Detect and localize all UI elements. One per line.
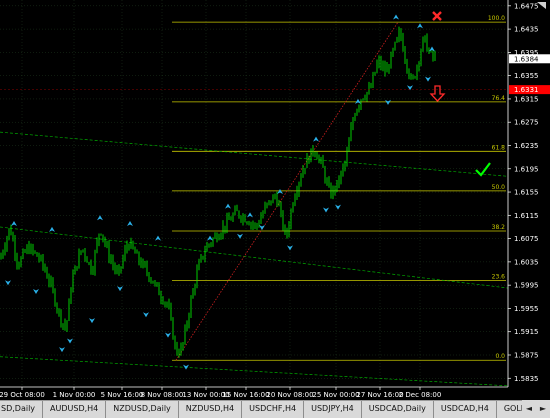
fib-level-label: 23.6 bbox=[492, 274, 506, 281]
x-tick-label: 29 Oct 08:00 bbox=[0, 391, 45, 399]
tab-prev-icon[interactable]: ◄ bbox=[526, 404, 532, 413]
x-tick-label: 5 Nov 16:00 bbox=[101, 391, 144, 399]
y-tick-label: 1.6035 bbox=[514, 258, 539, 266]
x-tick-label: 8 Nov 08:00 bbox=[141, 391, 184, 399]
y-tick-label: 1.6115 bbox=[514, 212, 539, 220]
fib-level-label: 0.0 bbox=[495, 353, 505, 360]
y-tick-label: 1.6235 bbox=[514, 142, 539, 150]
fib-level-label: 61.8 bbox=[492, 144, 506, 151]
symbol-tab[interactable]: AUDUSD,H4 bbox=[43, 401, 107, 418]
x-tick-label: 1 Nov 00:00 bbox=[53, 391, 96, 399]
chart-background bbox=[0, 0, 550, 417]
price-marker-label: 1.6331 bbox=[514, 86, 539, 94]
y-tick-label: 1.5835 bbox=[514, 375, 539, 383]
y-tick-label: 1.6315 bbox=[514, 95, 539, 103]
symbol-tab[interactable]: USDJPY,H4 bbox=[304, 401, 362, 418]
y-tick-label: 1.6195 bbox=[514, 165, 539, 173]
tab-navigation: ◄ ► bbox=[522, 400, 550, 417]
symbol-tab[interactable]: SD,Daily bbox=[0, 401, 44, 418]
x-tick-label: 25 Nov 00:00 bbox=[312, 391, 359, 399]
symbol-tab[interactable]: NZDUSD,H4 bbox=[179, 401, 243, 418]
symbol-tab[interactable]: NZDUSD,Daily bbox=[106, 401, 179, 418]
tab-next-icon[interactable]: ► bbox=[540, 404, 546, 413]
y-tick-label: 1.5915 bbox=[514, 328, 539, 336]
y-tick-label: 1.6075 bbox=[514, 235, 539, 243]
price-chart[interactable]: 100.0 76.4 61.8 50.0 38.2 23.6 0.0 1.6475 1.643… bbox=[0, 0, 550, 417]
current-price-label: 1.6384 bbox=[514, 55, 539, 63]
x-tick-label: 27 Nov 16:00 bbox=[356, 391, 403, 399]
y-tick-label: 1.5955 bbox=[514, 305, 539, 313]
y-tick-label: 1.5875 bbox=[514, 351, 539, 359]
symbol-tab-bar: SD,Daily AUDUSD,H4 NZDUSD,Daily NZDUSD,H4 US… bbox=[0, 400, 550, 418]
symbol-tab[interactable]: USDCHF,H4 bbox=[242, 401, 305, 418]
y-tick-label: 1.6275 bbox=[514, 119, 539, 127]
y-tick-label: 1.6435 bbox=[514, 26, 539, 34]
y-tick-label: 1.6475 bbox=[514, 2, 539, 10]
fib-level-label: 50.0 bbox=[492, 184, 506, 191]
y-tick-label: 1.5995 bbox=[514, 282, 539, 290]
fib-level-label: 100.0 bbox=[488, 15, 505, 22]
y-tick-label: 1.6155 bbox=[514, 189, 539, 197]
fib-level-label: 38.2 bbox=[492, 224, 506, 231]
x-tick-label: 15 Nov 16:00 bbox=[222, 391, 269, 399]
x-tick-label: 20 Nov 08:00 bbox=[266, 391, 313, 399]
symbol-tab[interactable]: USDCAD,Daily bbox=[362, 401, 434, 418]
fib-level-label: 76.4 bbox=[492, 95, 506, 102]
x-tick-label: 2 Dec 08:00 bbox=[399, 391, 442, 399]
symbol-tab[interactable]: USDCAD,H4 bbox=[434, 401, 497, 418]
y-tick-label: 1.6355 bbox=[514, 72, 539, 80]
